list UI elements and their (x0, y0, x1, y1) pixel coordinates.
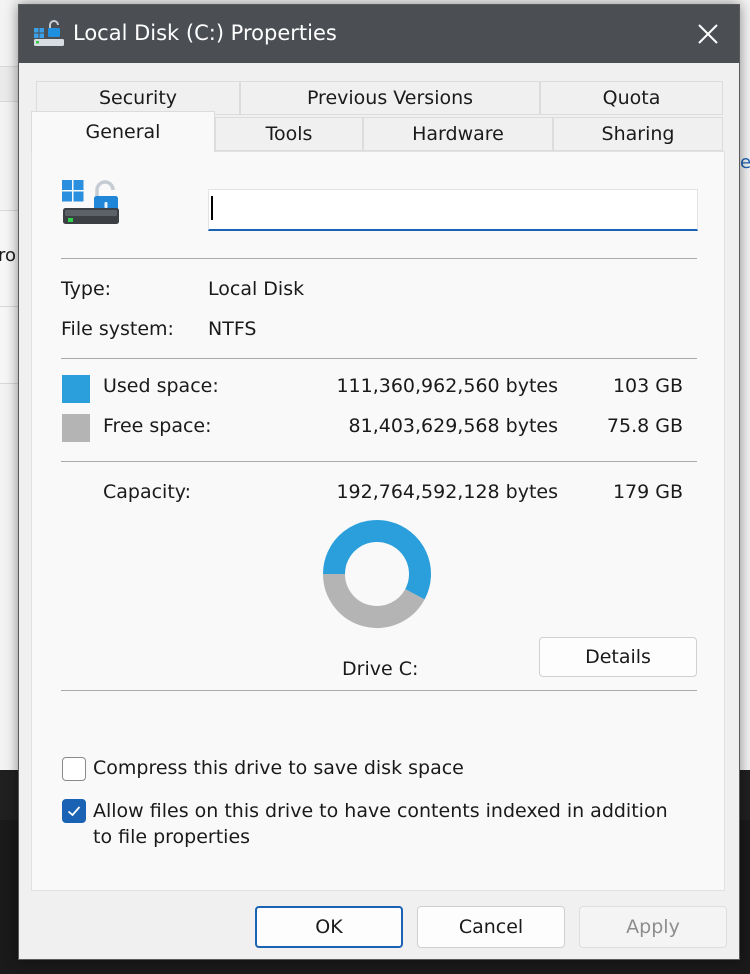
file-system-label: File system: (61, 318, 174, 340)
divider (61, 258, 697, 259)
drive-name-input[interactable] (208, 189, 698, 231)
drive-lock-icon (34, 20, 64, 46)
free-space-bytes: 81,403,629,568 bytes (348, 415, 558, 437)
tab-general[interactable]: General (31, 111, 215, 152)
background-text-fragment: e (740, 152, 750, 173)
capacity-bytes: 192,764,592,128 bytes (336, 481, 558, 503)
donut-used-segment (323, 520, 431, 600)
index-label-line1: Allow files on this drive to have conten… (93, 800, 668, 822)
compress-checkbox[interactable] (62, 757, 86, 781)
tab-security[interactable]: Security (36, 81, 240, 115)
tab-previous-versions[interactable]: Previous Versions (240, 81, 540, 115)
general-tab-panel: Type: Local Disk File system: NTFS Used … (31, 151, 725, 891)
divider (61, 461, 697, 462)
cancel-button[interactable]: Cancel (417, 906, 565, 948)
divider (61, 690, 697, 691)
usage-donut-chart (323, 520, 431, 628)
used-space-swatch (62, 375, 90, 403)
background-panel (0, 66, 20, 102)
tab-hardware[interactable]: Hardware (363, 117, 553, 151)
index-label-line2: to file properties (93, 826, 251, 848)
free-space-swatch (62, 414, 90, 442)
close-button[interactable] (677, 5, 739, 63)
checkmark-icon (67, 806, 81, 817)
used-space-size: 103 GB (612, 375, 683, 397)
type-label: Type: (61, 278, 112, 300)
apply-button[interactable]: Apply (579, 906, 727, 948)
capacity-label: Capacity: (103, 481, 192, 503)
details-button[interactable]: Details (539, 637, 697, 677)
index-checkbox[interactable] (62, 799, 86, 823)
background-text-fragment: ro (0, 245, 17, 266)
tab-quota[interactable]: Quota (540, 81, 723, 115)
window-title: Local Disk (C:) Properties (73, 21, 337, 45)
type-value: Local Disk (208, 278, 305, 300)
used-space-label: Used space: (103, 375, 219, 397)
tab-tools[interactable]: Tools (215, 117, 363, 151)
drive-lock-icon (62, 180, 119, 224)
divider (61, 358, 697, 359)
tab-sharing[interactable]: Sharing (553, 117, 723, 151)
used-space-bytes: 111,360,962,560 bytes (336, 375, 558, 397)
donut-free-segment (323, 573, 425, 628)
title-bar[interactable]: Local Disk (C:) Properties (19, 5, 739, 63)
file-system-value: NTFS (208, 318, 257, 340)
free-space-label: Free space: (103, 415, 212, 437)
close-icon (698, 24, 718, 44)
ok-button[interactable]: OK (255, 906, 403, 948)
background-panel (0, 306, 20, 384)
index-label: Allow files on this drive to have conten… (93, 798, 668, 850)
compress-label: Compress this drive to save disk space (93, 757, 464, 779)
capacity-size: 179 GB (612, 481, 683, 503)
properties-dialog: Local Disk (C:) Properties Security Prev… (18, 4, 740, 960)
drive-label: Drive C: (342, 658, 419, 680)
text-cursor (211, 196, 213, 220)
free-space-size: 75.8 GB (606, 415, 683, 437)
